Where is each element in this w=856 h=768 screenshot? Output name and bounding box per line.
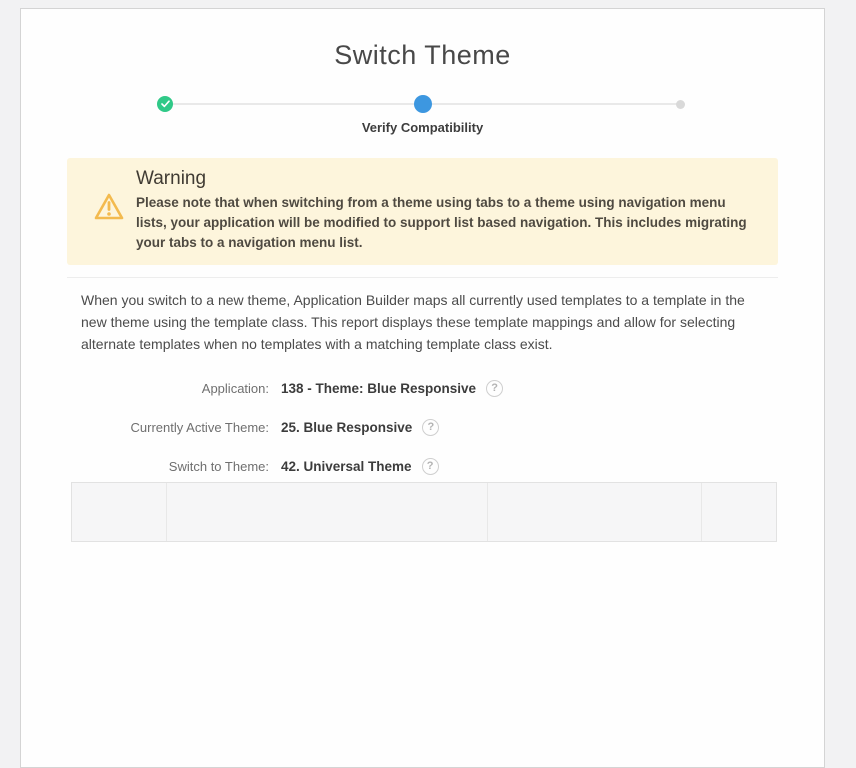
switch-theme-field-label: Switch to Theme:	[67, 459, 269, 474]
field-row-switch-theme: Switch to Theme: 42. Universal Theme ?	[67, 456, 778, 476]
field-row-current-theme: Currently Active Theme: 25. Blue Respons…	[67, 417, 778, 437]
table-header-cell	[702, 483, 776, 541]
current-theme-help-icon[interactable]: ?	[422, 419, 439, 436]
current-step-label: Verify Compatibility	[67, 120, 778, 135]
wizard-description: When you switch to a new theme, Applicat…	[67, 289, 778, 355]
warning-message: Please note that when switching from a t…	[136, 193, 758, 253]
switch-theme-help-icon[interactable]: ?	[422, 458, 439, 475]
step-current-indicator	[414, 95, 432, 113]
table-header-cell	[72, 483, 167, 541]
current-theme-field-label: Currently Active Theme:	[67, 420, 269, 435]
template-mapping-table-header	[71, 482, 777, 542]
wizard-progress-stepper: Verify Compatibility	[67, 90, 778, 138]
table-header-cell	[488, 483, 702, 541]
application-field-value: 138 - Theme: Blue Responsive	[281, 381, 476, 396]
switch-theme-field-value: 42. Universal Theme	[281, 459, 412, 474]
switch-theme-wizard-card: Switch Theme Verify Compatibility Warnin…	[20, 8, 825, 768]
warning-triangle-icon	[93, 192, 125, 227]
section-divider	[67, 277, 778, 278]
field-row-application: Application: 138 - Theme: Blue Responsiv…	[67, 378, 778, 398]
warning-title: Warning	[136, 167, 758, 191]
current-theme-field-value: 25. Blue Responsive	[281, 420, 412, 435]
check-icon	[161, 100, 170, 108]
step-pending-indicator	[676, 100, 685, 109]
warning-callout: Warning Please note that when switching …	[67, 158, 778, 265]
theme-summary-fields: Application: 138 - Theme: Blue Responsiv…	[67, 378, 778, 476]
table-header-cell	[167, 483, 488, 541]
page-title: Switch Theme	[67, 39, 778, 72]
application-field-label: Application:	[67, 381, 269, 396]
step-complete-indicator	[157, 96, 173, 112]
application-help-icon[interactable]: ?	[486, 380, 503, 397]
